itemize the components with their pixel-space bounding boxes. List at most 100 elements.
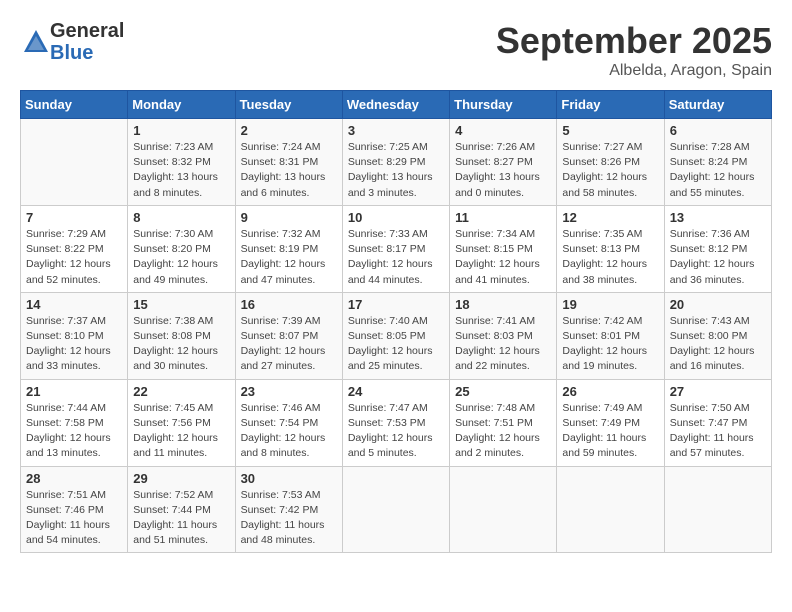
day-number: 1 <box>133 123 229 138</box>
weekday-header: Friday <box>557 91 664 119</box>
calendar-cell: 16Sunrise: 7:39 AMSunset: 8:07 PMDayligh… <box>235 292 342 379</box>
calendar-cell: 4Sunrise: 7:26 AMSunset: 8:27 PMDaylight… <box>450 119 557 206</box>
day-info: Sunrise: 7:40 AMSunset: 8:05 PMDaylight:… <box>348 314 444 375</box>
calendar-cell: 25 Sunrise: 7:48 AMSunset: 7:51 PMDayligh… <box>450 379 557 466</box>
calendar-cell <box>342 466 449 553</box>
calendar-cell <box>450 466 557 553</box>
calendar-cell: 30 Sunrise: 7:53 AMSunset: 7:42 PMDayligh… <box>235 466 342 553</box>
day-number: 20 <box>670 297 766 312</box>
day-info: Sunrise: 7:34 AMSunset: 8:15 PMDaylight:… <box>455 227 551 288</box>
day-number: 12 <box>562 210 658 225</box>
day-info: Sunrise: 7:48 AMSunset: 7:51 PMDaylight:… <box>455 401 551 462</box>
logo: General Blue <box>20 20 124 64</box>
day-info: Sunrise: 7:33 AMSunset: 8:17 PMDaylight:… <box>348 227 444 288</box>
logo-general: General <box>50 20 124 42</box>
day-number: 25 <box>455 384 551 399</box>
day-info: Sunrise: 7:37 AMSunset: 8:10 PMDaylight:… <box>26 314 122 375</box>
weekday-header: Sunday <box>21 91 128 119</box>
weekday-header: Saturday <box>664 91 771 119</box>
day-info: Sunrise: 7:38 AMSunset: 8:08 PMDaylight:… <box>133 314 229 375</box>
calendar-week-row: 21 Sunrise: 7:44 AMSunset: 7:58 PMDayligh… <box>21 379 772 466</box>
calendar-cell: 22Sunrise: 7:45 AMSunset: 7:56 PMDayligh… <box>128 379 235 466</box>
day-number: 27 <box>670 384 766 399</box>
day-number: 7 <box>26 210 122 225</box>
day-info: Sunrise: 7:25 AMSunset: 8:29 PMDaylight:… <box>348 140 444 201</box>
calendar-cell: 28Sunrise: 7:51 AMSunset: 7:46 PMDayligh… <box>21 466 128 553</box>
calendar-cell: 15 Sunrise: 7:38 AMSunset: 8:08 PMDayligh… <box>128 292 235 379</box>
day-info: Sunrise: 7:45 AMSunset: 7:56 PMDaylight:… <box>133 401 229 462</box>
day-number: 17 <box>348 297 444 312</box>
calendar-cell <box>557 466 664 553</box>
day-info: Sunrise: 7:32 AMSunset: 8:19 PMDaylight:… <box>241 227 337 288</box>
day-info: Sunrise: 7:49 AMSunset: 7:49 PMDaylight:… <box>562 401 658 462</box>
day-info: Sunrise: 7:42 AMSunset: 8:01 PMDaylight:… <box>562 314 658 375</box>
day-info: Sunrise: 7:44 AMSunset: 7:58 PMDaylight:… <box>26 401 122 462</box>
calendar-cell: 5 Sunrise: 7:27 AMSunset: 8:26 PMDaylight… <box>557 119 664 206</box>
calendar-cell: 18Sunrise: 7:41 AMSunset: 8:03 PMDayligh… <box>450 292 557 379</box>
calendar-cell: 10 Sunrise: 7:33 AMSunset: 8:17 PMDayligh… <box>342 205 449 292</box>
day-info: Sunrise: 7:43 AMSunset: 8:00 PMDaylight:… <box>670 314 766 375</box>
calendar-week-row: 14 Sunrise: 7:37 AMSunset: 8:10 PMDayligh… <box>21 292 772 379</box>
day-number: 3 <box>348 123 444 138</box>
day-info: Sunrise: 7:24 AMSunset: 8:31 PMDaylight:… <box>241 140 337 201</box>
day-info: Sunrise: 7:26 AMSunset: 8:27 PMDaylight:… <box>455 140 551 201</box>
calendar-cell: 8Sunrise: 7:30 AMSunset: 8:20 PMDaylight… <box>128 205 235 292</box>
calendar-cell: 26Sunrise: 7:49 AMSunset: 7:49 PMDayligh… <box>557 379 664 466</box>
day-info: Sunrise: 7:47 AMSunset: 7:53 PMDaylight:… <box>348 401 444 462</box>
weekday-header: Monday <box>128 91 235 119</box>
day-number: 13 <box>670 210 766 225</box>
day-number: 2 <box>241 123 337 138</box>
day-number: 16 <box>241 297 337 312</box>
day-number: 6 <box>670 123 766 138</box>
day-info: Sunrise: 7:29 AMSunset: 8:22 PMDaylight:… <box>26 227 122 288</box>
calendar-cell: 21 Sunrise: 7:44 AMSunset: 7:58 PMDayligh… <box>21 379 128 466</box>
calendar-cell: 23 Sunrise: 7:46 AMSunset: 7:54 PMDayligh… <box>235 379 342 466</box>
calendar-header-row: SundayMondayTuesdayWednesdayThursdayFrid… <box>21 91 772 119</box>
calendar-cell: 1 Sunrise: 7:23 AMSunset: 8:32 PMDaylight… <box>128 119 235 206</box>
title-block: September 2025 Albelda, Aragon, Spain <box>496 20 772 80</box>
day-number: 9 <box>241 210 337 225</box>
logo-blue: Blue <box>50 42 124 64</box>
day-number: 15 <box>133 297 229 312</box>
page-header: General Blue September 2025 Albelda, Ara… <box>20 20 772 80</box>
calendar-cell: 17 Sunrise: 7:40 AMSunset: 8:05 PMDayligh… <box>342 292 449 379</box>
day-number: 23 <box>241 384 337 399</box>
calendar-week-row: 1 Sunrise: 7:23 AMSunset: 8:32 PMDaylight… <box>21 119 772 206</box>
logo-text: General Blue <box>50 20 124 64</box>
day-number: 21 <box>26 384 122 399</box>
calendar-cell: 2 Sunrise: 7:24 AMSunset: 8:31 PMDaylight… <box>235 119 342 206</box>
day-number: 10 <box>348 210 444 225</box>
calendar-cell: 7 Sunrise: 7:29 AMSunset: 8:22 PMDaylight… <box>21 205 128 292</box>
calendar-cell: 12 Sunrise: 7:35 AMSunset: 8:13 PMDayligh… <box>557 205 664 292</box>
calendar-cell: 19 Sunrise: 7:42 AMSunset: 8:01 PMDayligh… <box>557 292 664 379</box>
day-info: Sunrise: 7:27 AMSunset: 8:26 PMDaylight:… <box>562 140 658 201</box>
calendar-cell: 27Sunrise: 7:50 AMSunset: 7:47 PMDayligh… <box>664 379 771 466</box>
day-number: 29 <box>133 471 229 486</box>
calendar-week-row: 7 Sunrise: 7:29 AMSunset: 8:22 PMDaylight… <box>21 205 772 292</box>
day-info: Sunrise: 7:46 AMSunset: 7:54 PMDaylight:… <box>241 401 337 462</box>
logo-icon <box>22 28 50 56</box>
calendar-cell: 20 Sunrise: 7:43 AMSunset: 8:00 PMDayligh… <box>664 292 771 379</box>
day-number: 5 <box>562 123 658 138</box>
weekday-header: Thursday <box>450 91 557 119</box>
day-number: 8 <box>133 210 229 225</box>
calendar-week-row: 28Sunrise: 7:51 AMSunset: 7:46 PMDayligh… <box>21 466 772 553</box>
calendar-cell <box>664 466 771 553</box>
day-info: Sunrise: 7:28 AMSunset: 8:24 PMDaylight:… <box>670 140 766 201</box>
day-number: 14 <box>26 297 122 312</box>
day-info: Sunrise: 7:23 AMSunset: 8:32 PMDaylight:… <box>133 140 229 201</box>
calendar-cell: 11Sunrise: 7:34 AMSunset: 8:15 PMDayligh… <box>450 205 557 292</box>
day-number: 19 <box>562 297 658 312</box>
day-info: Sunrise: 7:36 AMSunset: 8:12 PMDaylight:… <box>670 227 766 288</box>
calendar-cell: 14 Sunrise: 7:37 AMSunset: 8:10 PMDayligh… <box>21 292 128 379</box>
month-title: September 2025 <box>496 20 772 62</box>
day-info: Sunrise: 7:35 AMSunset: 8:13 PMDaylight:… <box>562 227 658 288</box>
day-info: Sunrise: 7:52 AMSunset: 7:44 PMDaylight:… <box>133 488 229 549</box>
day-number: 24 <box>348 384 444 399</box>
day-info: Sunrise: 7:53 AMSunset: 7:42 PMDaylight:… <box>241 488 337 549</box>
calendar-cell <box>21 119 128 206</box>
weekday-header: Tuesday <box>235 91 342 119</box>
weekday-header: Wednesday <box>342 91 449 119</box>
calendar-cell: 9 Sunrise: 7:32 AMSunset: 8:19 PMDaylight… <box>235 205 342 292</box>
day-number: 30 <box>241 471 337 486</box>
